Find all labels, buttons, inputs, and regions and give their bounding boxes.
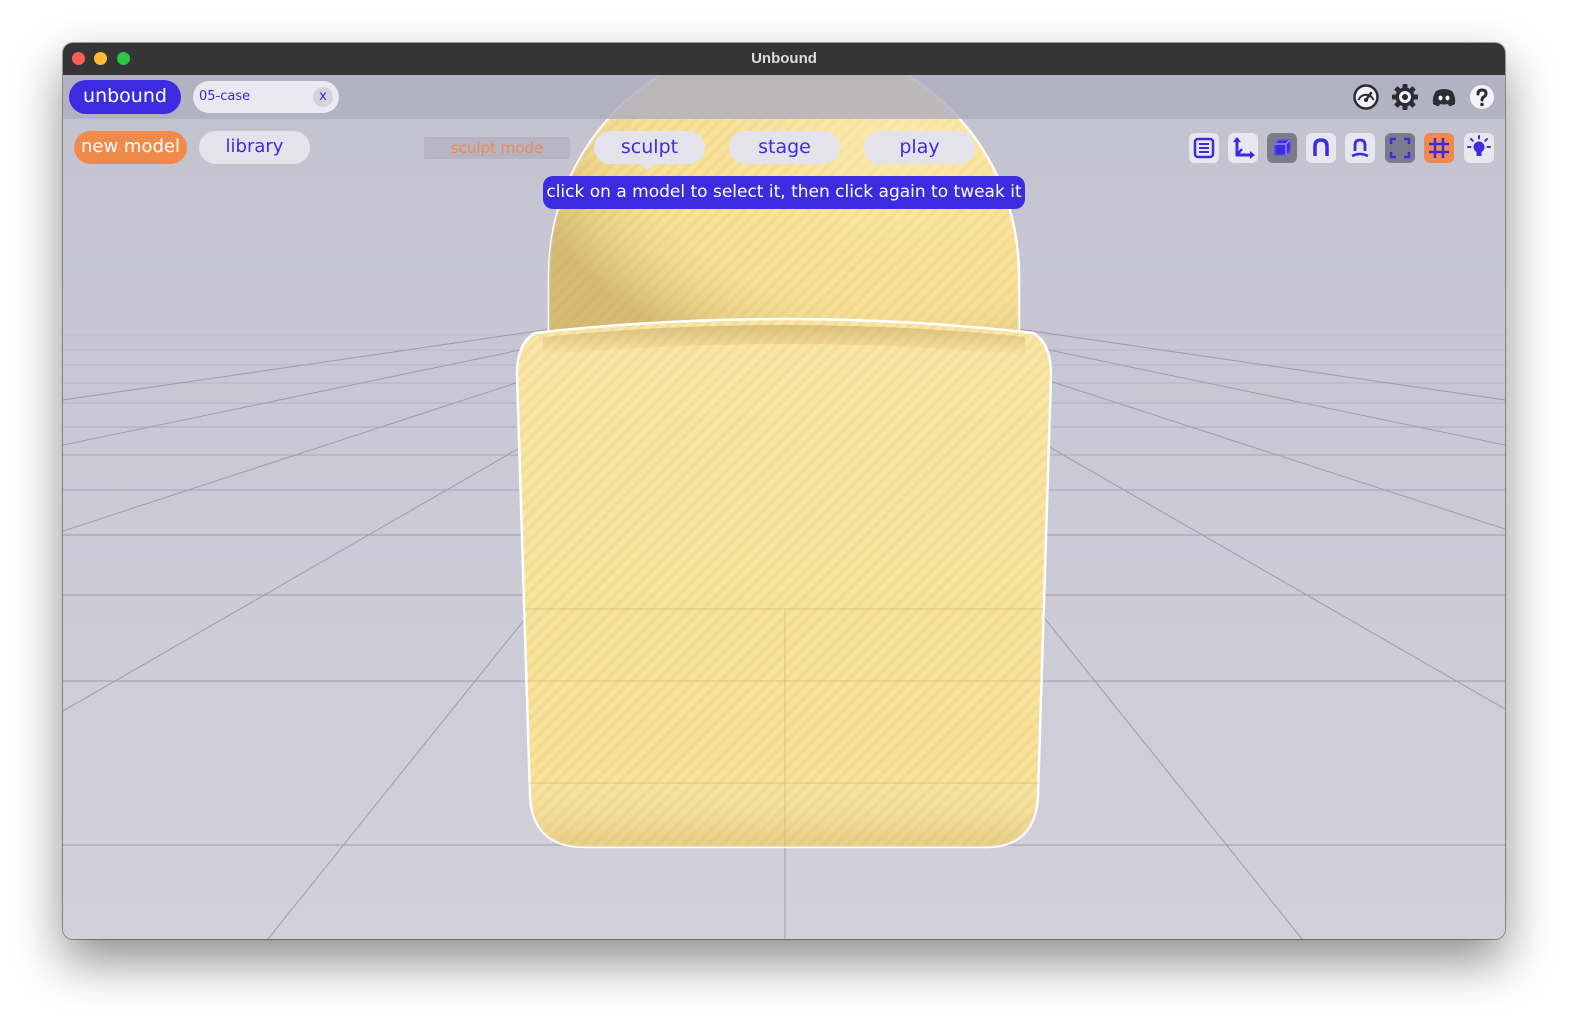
app-window: Unbound unbound 05-case x new model libr… bbox=[63, 43, 1505, 939]
file-tab-close-button[interactable]: x bbox=[313, 87, 333, 107]
list-icon[interactable] bbox=[1189, 133, 1219, 163]
maximize-window-button[interactable] bbox=[117, 52, 130, 65]
help-icon[interactable] bbox=[1468, 83, 1496, 111]
new-model-button[interactable]: new model bbox=[74, 131, 187, 164]
discord-icon[interactable] bbox=[1430, 83, 1458, 111]
speedometer-icon[interactable] bbox=[1352, 83, 1380, 111]
minimize-window-button[interactable] bbox=[94, 52, 107, 65]
file-tab[interactable]: 05-case x bbox=[193, 81, 339, 113]
selected-tab-pointer bbox=[640, 164, 654, 170]
light-icon[interactable] bbox=[1464, 133, 1494, 163]
library-button[interactable]: library bbox=[199, 131, 310, 164]
axes-icon[interactable] bbox=[1228, 133, 1258, 163]
tab-stage[interactable]: stage bbox=[729, 131, 840, 164]
magnet-icon[interactable] bbox=[1306, 133, 1336, 163]
gear-icon[interactable] bbox=[1391, 83, 1419, 111]
person-magnet-icon[interactable] bbox=[1345, 133, 1375, 163]
brand-menu-button[interactable]: unbound bbox=[69, 80, 181, 114]
tab-play[interactable]: play bbox=[864, 131, 975, 164]
fit-view-icon[interactable] bbox=[1385, 133, 1415, 163]
tab-sculpt[interactable]: sculpt bbox=[594, 131, 705, 164]
cube-icon[interactable] bbox=[1267, 133, 1297, 163]
close-window-button[interactable] bbox=[72, 52, 85, 65]
window-title: Unbound bbox=[751, 50, 817, 67]
mode-indicator: sculpt mode bbox=[424, 137, 570, 159]
title-bar: Unbound bbox=[63, 43, 1505, 75]
grid-icon[interactable] bbox=[1424, 133, 1454, 163]
hint-tooltip: click on a model to select it, then clic… bbox=[543, 176, 1025, 209]
file-tab-name: 05-case bbox=[199, 89, 251, 104]
